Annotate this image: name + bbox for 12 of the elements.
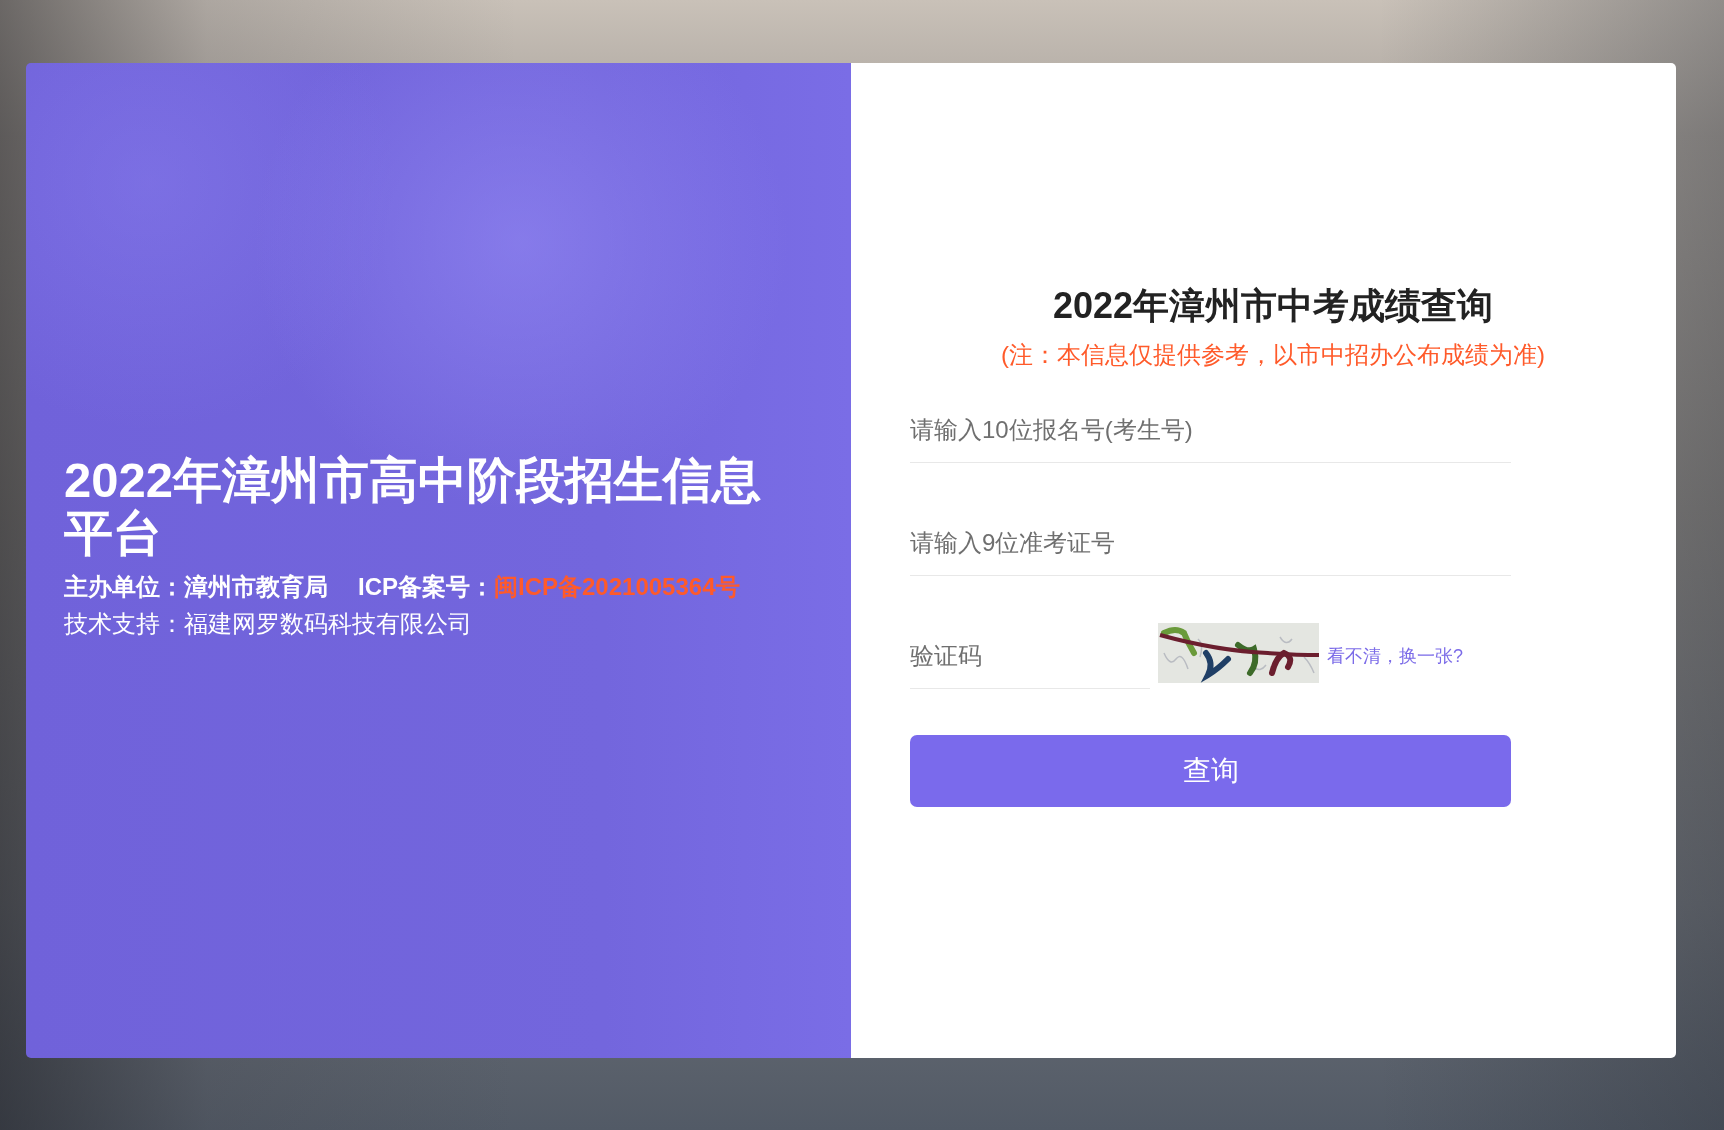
input-field[interactable]: 请输入9位准考证号 <box>910 510 1511 576</box>
refresh-captcha-link[interactable]: 看不清，换一张? <box>1327 644 1463 668</box>
input-field[interactable]: 请输入10位报名号(考生号) <box>910 397 1511 463</box>
query-button[interactable]: 查询 <box>910 735 1511 807</box>
captcha-field[interactable]: 验证码 <box>910 623 1150 689</box>
query-title: 2022年漳州市中考成绩查询 <box>1052 284 1494 328</box>
captcha-image-drawing[interactable] <box>1158 623 1319 683</box>
platform-title: 2022年漳州市高中阶段招生信息平台 <box>64 454 762 560</box>
support-text: 技术支持：福建网罗数码科技有限公司 <box>64 609 472 639</box>
icp-label: ICP备案号： <box>358 572 494 602</box>
sponsor-text: 主办单位：漳州市教育局 <box>64 572 328 602</box>
disclaimer-note: (注：本信息仅提供参考，以市中招办公布成绩为准) <box>1001 340 1545 370</box>
